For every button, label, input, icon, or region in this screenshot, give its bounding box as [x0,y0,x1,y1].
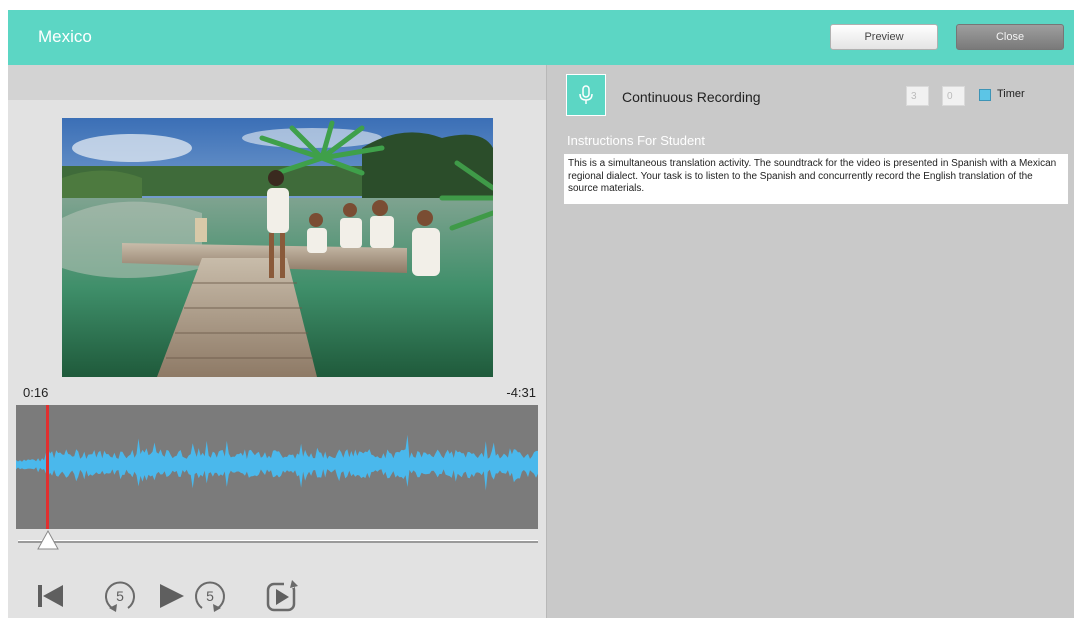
time-elapsed: 0:16 [23,385,49,400]
timer-seconds-field[interactable]: 0 [942,86,965,106]
time-remaining: -4:31 [506,385,536,400]
audio-waveform[interactable] [16,405,538,529]
timer-checkbox[interactable] [979,89,991,101]
rewind-seconds: 5 [116,588,124,604]
rewind-5-button[interactable]: 5 [102,578,138,614]
forward-seconds: 5 [206,588,214,604]
forward-5-button[interactable]: 5 [192,578,228,614]
close-button[interactable]: Close [956,24,1064,50]
forward-5-icon: 5 [195,581,225,612]
play-button[interactable] [156,578,190,614]
play-icon [160,584,184,608]
page-title: Mexico [38,27,92,46]
video-player[interactable] [62,118,493,377]
timer-minutes-field[interactable]: 3 [906,86,929,106]
scrubber-track[interactable] [18,540,538,543]
media-toolbar-strip [8,65,546,100]
header-bar: Mexico Preview Close [8,10,1074,65]
skip-to-start-button[interactable] [33,578,67,614]
app-window: Mexico Preview Close 0:16 -4:31 5 5 Cont… [8,10,1074,618]
rewind-5-icon: 5 [105,581,135,612]
waveform-graphic [16,434,538,491]
timer-label: Timer [997,88,1025,100]
recording-mode-label: Continuous Recording [622,89,761,105]
instructions-text: This is a simultaneous translation activ… [564,154,1068,204]
loop-replay-button[interactable] [262,578,300,614]
playback-controls: 5 5 [8,570,546,618]
record-button[interactable] [566,74,606,116]
video-frame [62,118,493,377]
microphone-icon [579,85,593,104]
loop-play-icon [266,580,298,612]
recording-panel: Continuous Recording 3 0 Timer Instructi… [547,65,1074,618]
skip-to-start-icon [38,585,63,607]
playhead-marker[interactable] [46,405,49,529]
scrubber-handle[interactable] [36,529,60,551]
preview-button[interactable]: Preview [830,24,938,50]
media-panel: 0:16 -4:31 5 5 [8,65,547,618]
instructions-heading: Instructions For Student [567,133,706,148]
